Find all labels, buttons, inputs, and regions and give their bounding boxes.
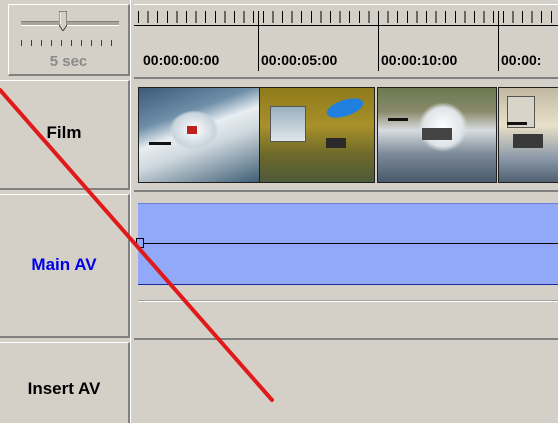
track-label-insert-av: Insert AV: [27, 379, 101, 398]
time-ruler[interactable]: 00:00:00:00 00:00:05:00 00:00:10:00 00:0…: [134, 4, 558, 79]
audio-clip[interactable]: [138, 203, 558, 285]
ruler-timecode: 00:00:: [501, 52, 542, 68]
ruler-minor-ticks: [138, 11, 558, 23]
ruler-timecode: 00:00:10:00: [381, 52, 458, 68]
timeline-editor: 5 sec 00:00:00:00 00:00:05:00 00:00:10:0…: [0, 0, 558, 423]
zoom-slider-thumb[interactable]: [59, 11, 67, 31]
audio-keyframe-handle[interactable]: [136, 238, 144, 248]
zoom-slider-ticks: [21, 40, 119, 46]
ruler-timecode: 00:00:05:00: [261, 52, 338, 68]
insert-av-track[interactable]: [134, 342, 558, 423]
ruler-baseline: [134, 25, 558, 26]
track-header-film[interactable]: Film: [0, 80, 130, 190]
ruler-major-tick: [498, 11, 499, 71]
film-frame[interactable]: [377, 87, 497, 183]
ruler-major-tick: [378, 11, 379, 71]
zoom-control: 5 sec: [8, 4, 130, 76]
zoom-slider-track[interactable]: [21, 21, 119, 26]
ruler-timecode: 00:00:00:00: [143, 52, 220, 68]
sub-track-divider-highlight: [138, 301, 558, 302]
film-frame[interactable]: [498, 87, 558, 183]
track-label-main-av: Main AV: [31, 255, 97, 274]
film-frame[interactable]: [138, 87, 260, 183]
ruler-major-tick: [258, 11, 259, 71]
film-track[interactable]: [134, 80, 558, 192]
audio-level-line[interactable]: [138, 243, 558, 244]
track-label-film: Film: [46, 123, 82, 142]
main-av-track[interactable]: [134, 194, 558, 340]
track-header-main-av[interactable]: Main AV: [0, 194, 130, 338]
zoom-level-label: 5 sec: [49, 53, 88, 70]
film-frame[interactable]: [259, 87, 375, 183]
track-header-insert-av[interactable]: Insert AV: [0, 342, 130, 423]
